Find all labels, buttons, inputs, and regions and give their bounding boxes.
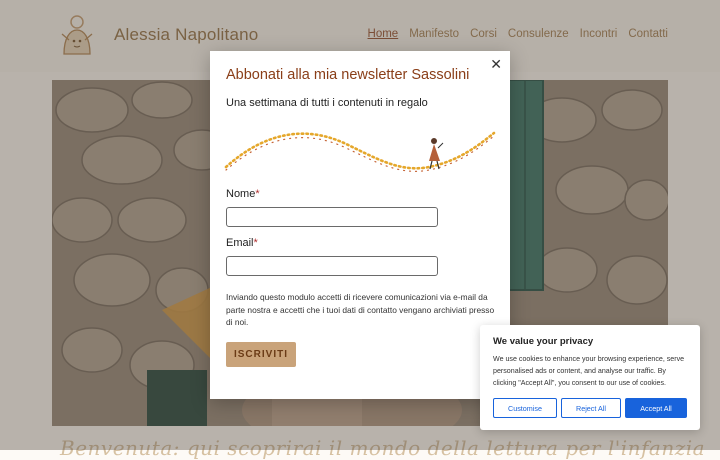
close-icon[interactable]: ✕	[490, 57, 502, 71]
cookie-title: We value your privacy	[493, 336, 594, 347]
customise-button[interactable]: Customise	[493, 398, 557, 418]
cookie-banner: We value your privacy We use cookies to …	[480, 325, 700, 430]
email-field[interactable]	[226, 256, 438, 276]
wave-illustration-icon	[224, 131, 496, 172]
modal-title: Abbonati alla mia newsletter Sassolini	[226, 67, 470, 83]
name-field[interactable]	[226, 207, 438, 227]
accept-all-button[interactable]: Accept All	[625, 398, 687, 418]
cookie-text: We use cookies to enhance your browsing …	[493, 355, 685, 387]
consent-text: Inviando questo modulo accetti di riceve…	[226, 292, 495, 327]
newsletter-modal: ✕ Abbonati alla mia newsletter Sassolini…	[210, 51, 510, 399]
subscribe-button[interactable]: ISCRIVITI	[226, 342, 296, 367]
modal-subtitle: Una settimana di tutti i contenuti in re…	[226, 97, 428, 109]
reject-all-button[interactable]: Reject All	[561, 398, 621, 418]
email-label: Email*	[226, 237, 258, 249]
name-label: Nome*	[226, 188, 260, 200]
